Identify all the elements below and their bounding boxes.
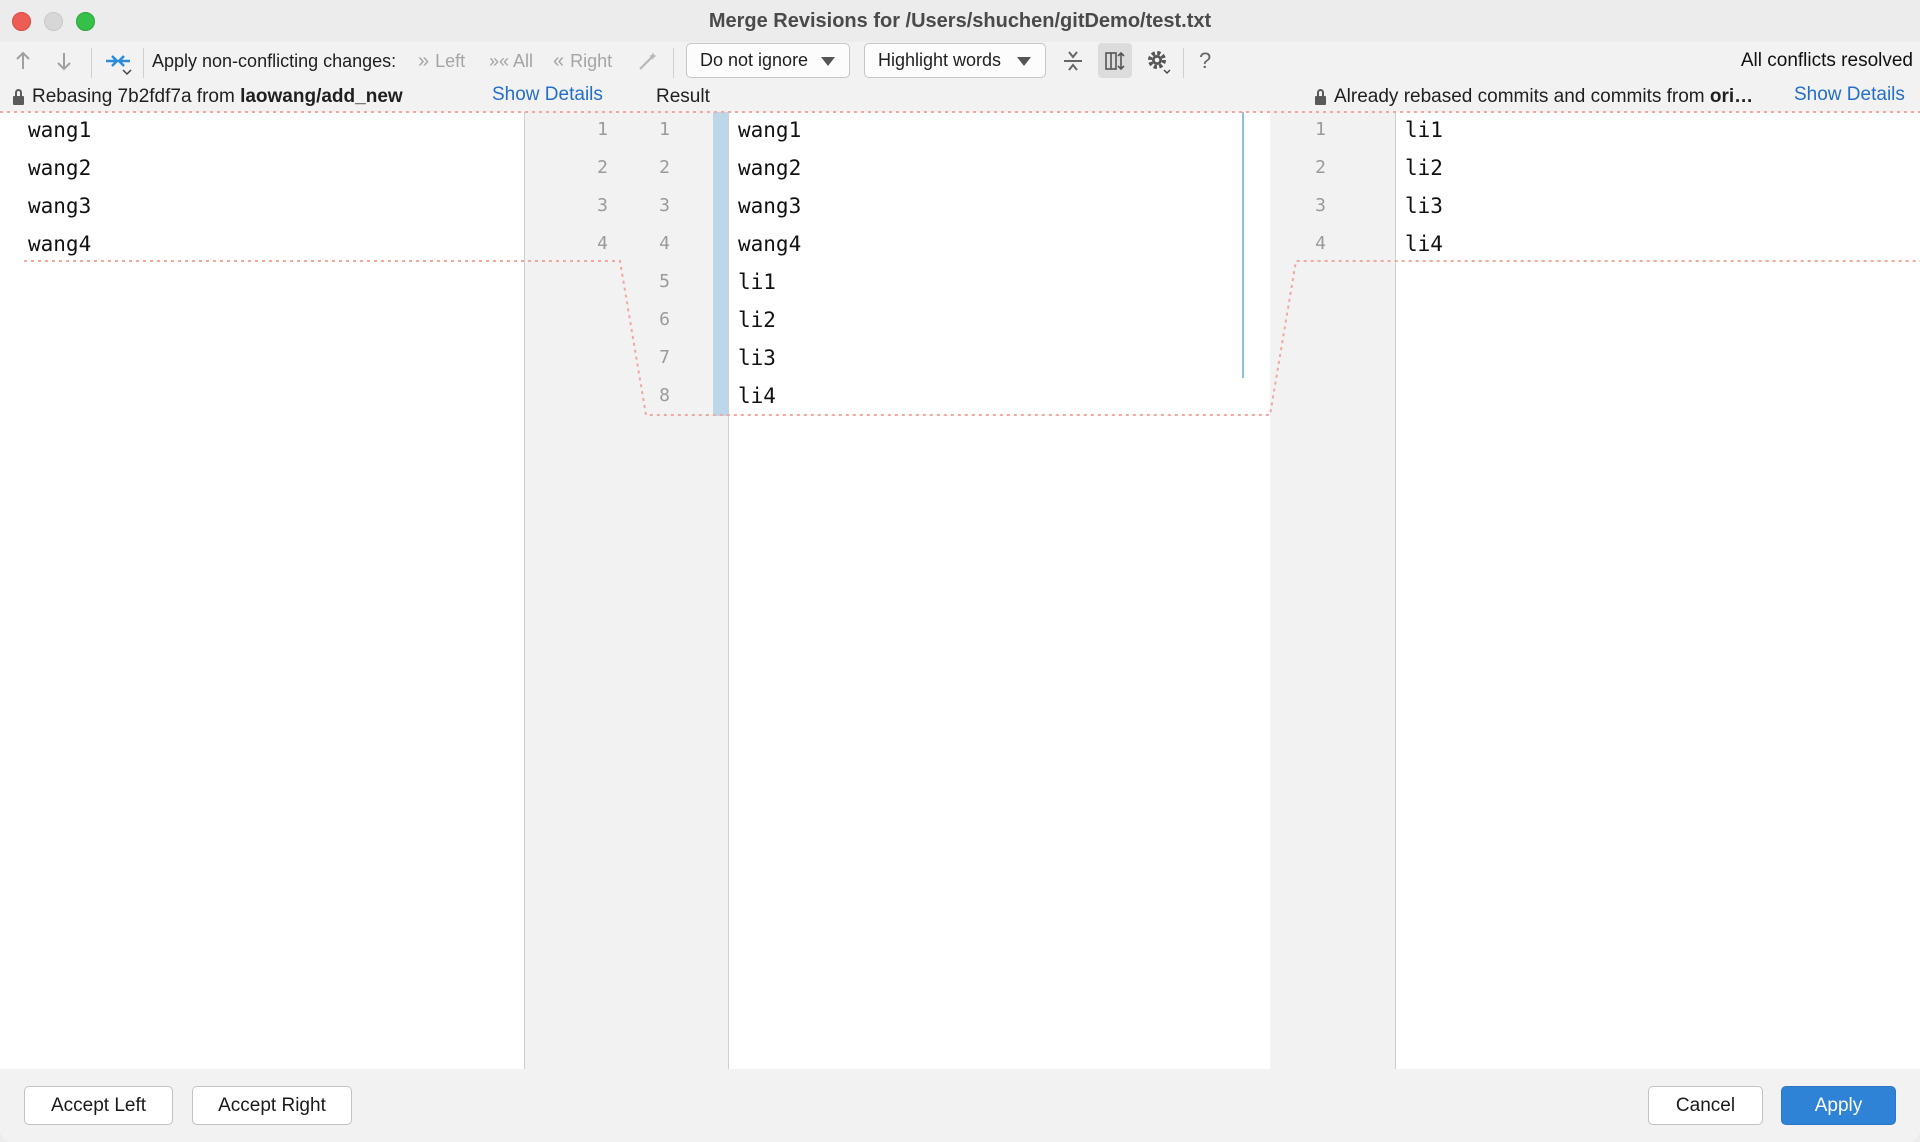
- title-bar: Merge Revisions for /Users/shuchen/gitDe…: [0, 0, 1920, 42]
- line-number: 8: [659, 385, 670, 406]
- sync-scroll-icon: [1105, 51, 1125, 70]
- line-number: 3: [1315, 195, 1326, 216]
- line-number: 6: [659, 309, 670, 330]
- dropdown-caret-icon: [1017, 57, 1031, 66]
- code-line: wang2: [738, 156, 802, 180]
- toolbar-separator: [91, 48, 92, 78]
- merge-all-icon: »«: [489, 50, 510, 71]
- text-caret: [1242, 112, 1244, 378]
- line-number: 7: [659, 347, 670, 368]
- window-title: Merge Revisions for /Users/shuchen/gitDe…: [708, 10, 1212, 32]
- divider: [1395, 112, 1396, 1069]
- line-number: 1: [1315, 119, 1326, 140]
- right-gutter: [1270, 112, 1395, 1069]
- code-line: li2: [1405, 156, 1443, 180]
- toolbar-separator: [143, 48, 144, 78]
- code-line: li3: [1405, 194, 1443, 218]
- divider: [524, 112, 525, 1069]
- code-line: li2: [738, 308, 776, 332]
- code-line: li3: [738, 346, 776, 370]
- next-change-icon[interactable]: [53, 42, 75, 80]
- apply-non-conflicting-icon[interactable]: [103, 42, 133, 80]
- line-number: 5: [659, 271, 670, 292]
- toolbar-separator: [673, 48, 674, 78]
- result-label: Result: [656, 86, 710, 107]
- dropdown-caret-icon: [821, 57, 835, 66]
- code-line: wang1: [738, 118, 802, 142]
- code-line: wang1: [28, 118, 92, 142]
- line-number: 4: [659, 233, 670, 254]
- apply-all-button[interactable]: »« All: [489, 42, 533, 80]
- line-number: 4: [597, 233, 608, 254]
- accept-right-button[interactable]: Accept Right: [192, 1086, 352, 1125]
- code-line: li4: [738, 384, 776, 408]
- code-line: li1: [1405, 118, 1443, 142]
- apply-left-button[interactable]: » Left: [418, 42, 465, 80]
- line-number: 4: [1315, 233, 1326, 254]
- ignore-whitespace-select[interactable]: Do not ignore: [686, 43, 850, 78]
- magic-resolve-icon[interactable]: [636, 42, 660, 80]
- apply-right-button[interactable]: « Right: [553, 42, 612, 80]
- line-number: 3: [659, 195, 670, 216]
- sync-scroll-toggle[interactable]: [1098, 43, 1132, 78]
- right-info: Already rebased commits and commits from…: [1315, 84, 1753, 110]
- prev-change-icon[interactable]: [12, 42, 34, 80]
- double-chevron-right-icon: »: [418, 49, 430, 72]
- code-line: wang4: [28, 232, 92, 256]
- code-line: wang2: [28, 156, 92, 180]
- merge-window: Merge Revisions for /Users/shuchen/gitDe…: [0, 0, 1920, 1142]
- line-number: 3: [597, 195, 608, 216]
- apply-non-conflicting-label: Apply non-conflicting changes:: [152, 50, 397, 71]
- lock-icon: [1315, 88, 1326, 105]
- code-line: li1: [738, 270, 776, 294]
- settings-gear-icon[interactable]: [1144, 42, 1172, 80]
- double-chevron-left-icon: «: [553, 49, 565, 72]
- code-line: wang3: [738, 194, 802, 218]
- left-show-details-link[interactable]: Show Details: [492, 84, 603, 106]
- left-gutter: [524, 112, 729, 1069]
- code-line: li4: [1405, 232, 1443, 256]
- line-number: 1: [597, 119, 608, 140]
- cancel-button[interactable]: Cancel: [1648, 1086, 1763, 1125]
- change-marker[interactable]: [713, 112, 728, 416]
- highlight-mode-select[interactable]: Highlight words: [864, 43, 1046, 78]
- line-number: 1: [659, 119, 670, 140]
- toolbar-separator: [1183, 48, 1184, 78]
- line-number: 2: [1315, 157, 1326, 178]
- right-editor[interactable]: [1395, 112, 1920, 1069]
- result-editor[interactable]: [729, 112, 1270, 1069]
- right-show-details-link[interactable]: Show Details: [1794, 84, 1905, 106]
- help-icon[interactable]: ?: [1199, 42, 1211, 80]
- accept-left-button[interactable]: Accept Left: [24, 1086, 173, 1125]
- collapse-unchanged-icon[interactable]: [1061, 42, 1085, 80]
- code-line: wang4: [738, 232, 802, 256]
- line-number: 2: [597, 157, 608, 178]
- lock-icon: [13, 88, 24, 105]
- left-info: Rebasing 7b2fdf7a from laowang/add_new: [13, 84, 403, 110]
- line-number: 2: [659, 157, 670, 178]
- conflict-status: All conflicts resolved: [1740, 50, 1913, 71]
- code-line: wang3: [28, 194, 92, 218]
- divider: [728, 112, 729, 1069]
- apply-button[interactable]: Apply: [1781, 1086, 1896, 1125]
